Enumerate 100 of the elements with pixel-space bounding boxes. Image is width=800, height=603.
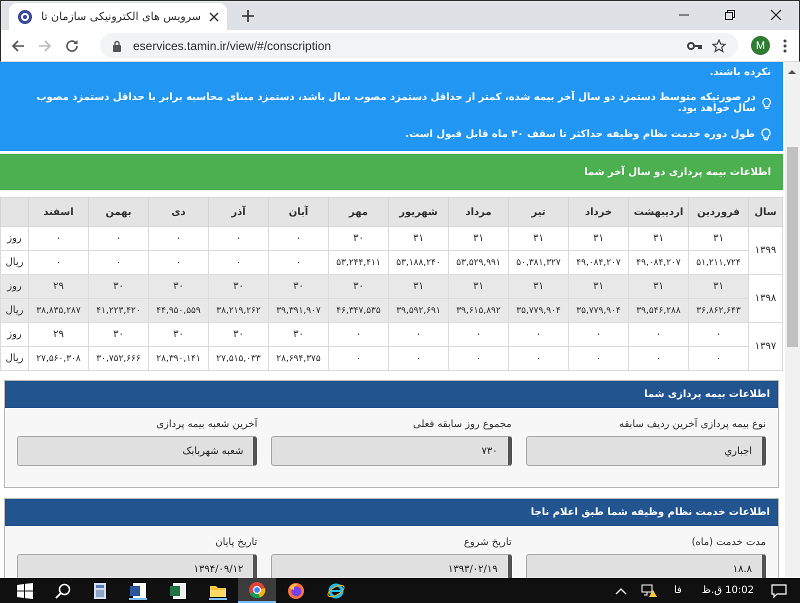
scroll-up-icon[interactable] <box>788 69 796 75</box>
table-cell: ۰ <box>628 346 688 370</box>
windows-logo-icon[interactable] <box>17 582 33 598</box>
network-warning-icon[interactable] <box>640 584 657 598</box>
column-header: اسفند <box>28 198 88 226</box>
key-icon[interactable] <box>687 40 703 50</box>
profile-avatar[interactable]: M <box>751 36 770 55</box>
table-cell: ۰ <box>388 346 448 370</box>
panel-title: اطلاعات بیمه پردازی شما <box>644 389 770 400</box>
chevron-up-icon[interactable] <box>614 586 627 594</box>
table-cell: ۴۴,۹۵۰,۵۵۹ <box>148 298 208 322</box>
close-icon[interactable] <box>209 12 219 22</box>
table-cell: ۰ <box>28 226 88 250</box>
tip-text: در صورتیکه متوسط دستمزد دو سال آخر بیمه شده، کمتر از حداقل دستمزد مصوب سال باشد، دستمزد مبنای محاسبه برابر با حداقل دستمزد مصوب سال خواهد بود. <box>35 92 756 114</box>
star-icon[interactable] <box>712 38 726 52</box>
table-cell: ۳۰ <box>88 274 148 298</box>
table-cell: ۰ <box>448 346 508 370</box>
table-cell: ۰ <box>628 322 688 346</box>
table-cell: ۳۹,۳۹۱,۹۰۷ <box>268 298 328 322</box>
field-label: مجموع روز سابقه فعلی <box>412 419 512 430</box>
back-icon[interactable] <box>11 38 25 52</box>
lightbulb-icon <box>761 128 771 141</box>
reload-icon[interactable] <box>65 38 79 52</box>
unit-cell: ریال <box>0 298 28 322</box>
table-cell: ۳۰ <box>88 322 148 346</box>
new-tab-icon[interactable] <box>241 9 255 23</box>
table-cell: ۲۸,۶۹۴,۳۷۵ <box>268 346 328 370</box>
lightbulb-icon <box>762 96 771 110</box>
table-cell: ۳۹,۵۴۶,۲۸۸ <box>628 298 688 322</box>
table-cell: ۰ <box>208 226 268 250</box>
table-cell: ۳۱ <box>388 226 448 250</box>
table-cell: ۳۰ <box>148 274 208 298</box>
table-cell: ۳۰ <box>328 274 388 298</box>
unit-cell: روز <box>0 226 28 250</box>
table-cell: ۰ <box>148 226 208 250</box>
table-cell: ۰ <box>388 322 448 346</box>
table-cell: ۲۷,۵۶۰,۳۰۸ <box>28 346 88 370</box>
restore-icon[interactable] <box>724 9 736 21</box>
column-header: فروردین <box>688 198 748 226</box>
panel-title: اطلاعات خدمت نظام وظیفه شما طبق اعلام ناجا <box>530 507 770 518</box>
lock-icon <box>112 40 122 52</box>
notice-text: نکرده باشند. <box>708 67 771 78</box>
table-cell: ۳۱ <box>448 274 508 298</box>
column-header: دی <box>148 198 208 226</box>
field-label: آخرین شعبه بیمه پردازی <box>155 419 258 430</box>
column-header: بهمن <box>88 198 148 226</box>
column-header: مرداد <box>448 198 508 226</box>
table-cell: ۳۰ <box>148 322 208 346</box>
menu-icon[interactable] <box>783 38 787 52</box>
scrollbar[interactable] <box>785 62 800 578</box>
excel-app-icon[interactable] <box>169 582 187 600</box>
text-field[interactable]: ۱۳۹۳/۰۲/۱۹ <box>271 554 512 578</box>
table-cell: ۳۱ <box>568 274 628 298</box>
calculator-icon[interactable] <box>93 582 107 600</box>
table-cell: ۰ <box>328 346 388 370</box>
table-cell: ۳۱ <box>688 274 748 298</box>
unit-cell: ریال <box>0 346 28 370</box>
text-field[interactable]: ۱۸.۸ <box>526 554 766 578</box>
close-icon[interactable] <box>770 9 782 21</box>
table-cell: ۳۱ <box>628 226 688 250</box>
table-cell: ۳۱ <box>508 274 568 298</box>
clock[interactable]: 10:02 ق.ظ <box>702 585 754 596</box>
table-cell: ۰ <box>568 346 628 370</box>
firefox-icon[interactable] <box>287 582 305 600</box>
table-cell: ۲۷,۵۱۵,۰۳۳ <box>208 346 268 370</box>
unit-cell: روز <box>0 322 28 346</box>
table-cell: ۳۱ <box>688 226 748 250</box>
table-cell: ۳۰ <box>208 274 268 298</box>
table-cell: ۳۵,۷۷۹,۹۰۴ <box>568 298 628 322</box>
search-icon[interactable] <box>55 582 71 598</box>
section-title: اطلاعات بیمه پردازی دو سال آخر شما <box>584 166 771 178</box>
internet-explorer-icon[interactable] <box>327 582 345 600</box>
table-cell: ۳۶,۸۶۲,۶۴۳ <box>688 298 748 322</box>
unit-cell: روز <box>0 274 28 298</box>
notification-icon[interactable] <box>771 584 787 598</box>
table-cell: ۳۸,۲۱۹,۲۶۲ <box>208 298 268 322</box>
chrome-icon[interactable] <box>248 580 266 598</box>
word-app-icon[interactable] <box>129 582 147 600</box>
table-cell: ۳۸,۸۳۵,۲۸۷ <box>28 298 88 322</box>
year-cell: ۱۳۹۷ <box>748 322 782 370</box>
table-cell: ۰ <box>328 322 388 346</box>
address-field[interactable]: eservices.tamin.ir/view/#/conscription <box>100 33 738 58</box>
field-label: تاریخ شروع <box>462 537 512 548</box>
year-cell: ۱۳۹۸ <box>748 274 782 322</box>
table-cell: ۳۰ <box>328 226 388 250</box>
table-cell: ۳۰ <box>268 322 328 346</box>
table-cell: ۳۹,۶۱۵,۸۹۲ <box>448 298 508 322</box>
text-field[interactable]: اجباري <box>526 436 766 466</box>
text-field[interactable]: ۱۳۹۴/۰۹/۱۲ <box>17 554 258 578</box>
column-header: مهر <box>328 198 388 226</box>
table-cell: ۴۱,۲۲۳,۴۲۰ <box>88 298 148 322</box>
column-header: اردیبهشت <box>628 198 688 226</box>
language-indicator[interactable]: فا <box>674 585 682 596</box>
text-field[interactable]: شعبه شهربابک <box>17 436 258 466</box>
table-cell: ۳۱ <box>628 274 688 298</box>
table-cell: ۳۹,۵۹۲,۶۹۱ <box>388 298 448 322</box>
browser-tab[interactable]: سرویس های الکترونیکی سازمان تا <box>9 3 227 30</box>
table-cell: ۰ <box>508 322 568 346</box>
field-label: تاریخ پایان <box>214 537 258 548</box>
text-field[interactable]: ۷۳۰ <box>271 436 512 466</box>
